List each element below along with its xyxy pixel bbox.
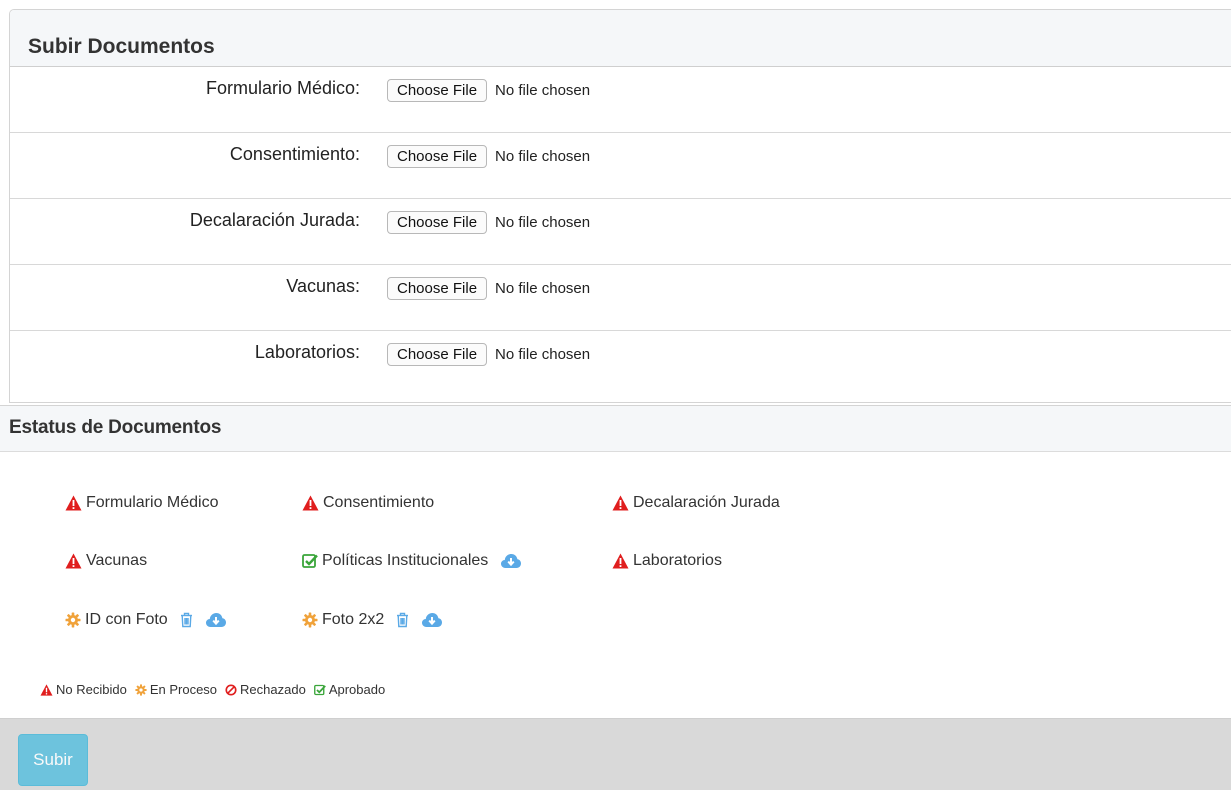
upload-row-laboratorios: Laboratorios: Choose File No file chosen bbox=[10, 331, 1231, 397]
no-file-text: No file chosen bbox=[495, 82, 591, 99]
status-panel: Estatus de Documentos Formulario Médico … bbox=[0, 405, 1231, 706]
row-label: Decalaración Jurada: bbox=[189, 210, 360, 230]
upload-panel: Subir Documentos Formulario Médico: Choo… bbox=[9, 9, 1231, 403]
check-square-icon bbox=[313, 684, 326, 696]
row-label: Consentimiento: bbox=[229, 144, 360, 164]
upload-title: Subir Documentos bbox=[28, 35, 215, 58]
ban-icon bbox=[225, 683, 237, 696]
upload-row-declaracion: Decalaración Jurada: Choose File No file… bbox=[10, 199, 1231, 265]
file-input-declaracion[interactable]: Choose File No file chosen bbox=[387, 211, 590, 234]
submit-button[interactable]: Subir bbox=[18, 734, 88, 786]
row-label: Laboratorios: bbox=[254, 342, 360, 362]
warning-triangle-icon bbox=[612, 495, 629, 511]
status-header: Estatus de Documentos bbox=[0, 406, 1231, 452]
cloud-download-icon[interactable] bbox=[205, 611, 227, 629]
status-item-consentimiento: Consentimiento bbox=[302, 494, 434, 512]
legend-no-recibido: No Recibido bbox=[40, 682, 127, 697]
choose-file-button[interactable]: Choose File bbox=[387, 211, 488, 234]
status-item-label: Foto 2x2 bbox=[322, 611, 385, 628]
cloud-download-icon[interactable] bbox=[421, 611, 443, 629]
upload-row-formulario: Formulario Médico: Choose File No file c… bbox=[10, 67, 1231, 133]
gear-icon bbox=[65, 612, 81, 628]
legend-rechazado: Rechazado bbox=[225, 682, 306, 697]
warning-triangle-icon bbox=[302, 495, 319, 511]
choose-file-button[interactable]: Choose File bbox=[387, 145, 488, 168]
no-file-text: No file chosen bbox=[495, 346, 591, 363]
row-label: Formulario Médico: bbox=[205, 78, 360, 98]
cloud-download-icon[interactable] bbox=[500, 552, 522, 570]
no-file-text: No file chosen bbox=[495, 214, 591, 231]
legend-label: Aprobado bbox=[328, 682, 386, 697]
status-item-laboratorios: Laboratorios bbox=[612, 552, 722, 570]
trash-icon[interactable] bbox=[180, 612, 193, 628]
upload-header: Subir Documentos bbox=[10, 10, 1231, 67]
status-item-label: Políticas Institucionales bbox=[322, 552, 489, 569]
status-item-politicas: Políticas Institucionales bbox=[302, 552, 522, 570]
warning-triangle-icon bbox=[65, 495, 82, 511]
legend-en-proceso: En Proceso bbox=[135, 682, 217, 697]
status-item-label: Laboratorios bbox=[633, 552, 722, 569]
choose-file-button[interactable]: Choose File bbox=[387, 79, 488, 102]
status-legend: No Recibido En Proceso Rechazado Aprobad… bbox=[40, 682, 393, 697]
row-label: Vacunas: bbox=[286, 276, 360, 296]
status-item-label: Formulario Médico bbox=[86, 494, 219, 511]
legend-label: Rechazado bbox=[240, 682, 306, 697]
status-item-vacunas: Vacunas bbox=[65, 552, 147, 570]
file-input-laboratorios[interactable]: Choose File No file chosen bbox=[387, 343, 590, 366]
warning-triangle-icon bbox=[40, 683, 53, 696]
legend-label: No Recibido bbox=[56, 682, 127, 697]
status-item-declaracion: Decalaración Jurada bbox=[612, 494, 780, 512]
trash-icon[interactable] bbox=[396, 612, 409, 628]
status-item-formulario: Formulario Médico bbox=[65, 494, 218, 512]
no-file-text: No file chosen bbox=[495, 148, 591, 165]
legend-aprobado: Aprobado bbox=[313, 682, 386, 697]
gear-icon bbox=[135, 683, 147, 696]
warning-triangle-icon bbox=[612, 553, 629, 569]
status-item-label: ID con Foto bbox=[85, 611, 168, 628]
form-footer: Subir bbox=[0, 718, 1231, 790]
status-item-label: Decalaración Jurada bbox=[633, 494, 780, 511]
legend-label: En Proceso bbox=[149, 682, 218, 697]
status-title: Estatus de Documentos bbox=[9, 417, 222, 438]
no-file-text: No file chosen bbox=[495, 280, 591, 297]
status-item-label: Vacunas bbox=[86, 552, 148, 569]
gear-icon bbox=[302, 612, 318, 628]
upload-row-vacunas: Vacunas: Choose File No file chosen bbox=[10, 265, 1231, 331]
file-input-formulario[interactable]: Choose File No file chosen bbox=[387, 79, 590, 102]
choose-file-button[interactable]: Choose File bbox=[387, 277, 488, 300]
status-item-label: Consentimiento bbox=[323, 494, 435, 511]
status-item-foto-2x2: Foto 2x2 bbox=[302, 611, 443, 629]
warning-triangle-icon bbox=[65, 553, 82, 569]
upload-row-consentimiento: Consentimiento: Choose File No file chos… bbox=[10, 133, 1231, 199]
file-input-consentimiento[interactable]: Choose File No file chosen bbox=[387, 145, 590, 168]
choose-file-button[interactable]: Choose File bbox=[387, 343, 488, 366]
status-item-id-foto: ID con Foto bbox=[65, 611, 227, 629]
file-input-vacunas[interactable]: Choose File No file chosen bbox=[387, 277, 590, 300]
check-square-icon bbox=[302, 553, 318, 569]
